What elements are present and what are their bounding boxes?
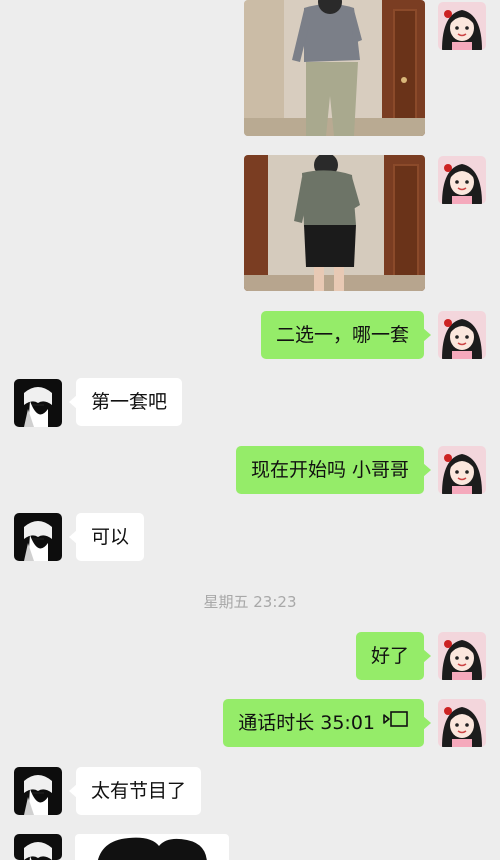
contact-avatar[interactable] (14, 767, 62, 815)
my-avatar[interactable] (438, 311, 486, 359)
message-done[interactable]: 好了 (355, 632, 432, 680)
message-so-funny[interactable]: 太有节目了 (68, 767, 202, 815)
message-call-duration[interactable]: 通话时长 35:01 (223, 698, 431, 747)
message-first-outfit[interactable]: 第一套吧 (68, 378, 183, 426)
contact-avatar[interactable] (14, 834, 62, 860)
my-avatar[interactable] (438, 156, 486, 204)
my-avatar[interactable] (438, 632, 486, 680)
message-start-now[interactable]: 现在开始吗 小哥哥 (235, 446, 432, 494)
contact-avatar[interactable] (14, 379, 62, 427)
my-avatar[interactable] (438, 446, 486, 494)
outfit-photo-2[interactable] (244, 155, 425, 291)
outfit-photo-1[interactable] (244, 0, 425, 136)
video-call-icon (383, 698, 409, 746)
my-avatar[interactable] (438, 2, 486, 50)
message-ok[interactable]: 可以 (68, 513, 145, 561)
my-avatar[interactable] (438, 699, 486, 747)
message-choose-outfit[interactable]: 二选一，哪一套 (260, 311, 432, 359)
chat-timestamp: 星期五 23:23 (203, 593, 297, 611)
contact-avatar[interactable] (14, 513, 62, 561)
call-duration-text: 通话时长 35:01 (238, 712, 375, 734)
sticker-message[interactable] (75, 834, 229, 860)
